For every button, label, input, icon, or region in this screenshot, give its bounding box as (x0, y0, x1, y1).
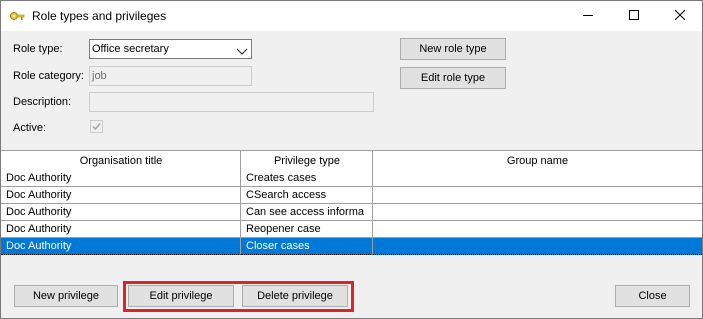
column-header-group-name[interactable]: Group name (373, 151, 702, 170)
column-header-organisation[interactable]: Organisation title (1, 151, 241, 170)
maximize-button[interactable] (611, 1, 657, 31)
column-header-privilege-type[interactable]: Privilege type (241, 151, 373, 170)
cell-organisation: Doc Authority (1, 204, 241, 221)
cell-group (373, 170, 702, 187)
table-row[interactable]: Doc Authority Can see access informa (1, 204, 702, 221)
minimize-icon (583, 9, 593, 23)
highlight-annotation (123, 281, 354, 312)
close-button[interactable]: Close (615, 285, 690, 307)
maximize-icon (629, 9, 639, 23)
title-bar[interactable]: Role types and privileges (1, 1, 702, 31)
role-category-value: job (92, 70, 107, 82)
role-category-field[interactable]: job (89, 66, 252, 86)
cell-organisation: Doc Authority (1, 221, 241, 238)
role-types-window: Role types and privileges Role type: Off… (0, 0, 703, 319)
edit-role-type-button[interactable]: Edit role type (400, 67, 506, 89)
cell-organisation: Doc Authority (1, 238, 241, 255)
cell-privilege: Can see access informa (241, 204, 373, 221)
chevron-down-icon (236, 45, 248, 55)
role-type-label: Role type: (13, 43, 63, 55)
header-divider (372, 151, 373, 170)
close-window-button[interactable] (657, 1, 703, 31)
cell-privilege: Creates cases (241, 170, 373, 187)
table-row[interactable]: Doc Authority CSearch access (1, 187, 702, 204)
role-category-label: Role category: (13, 70, 84, 82)
table-row[interactable]: Doc Authority Creates cases (1, 170, 702, 187)
cell-privilege: Closer cases (241, 238, 373, 255)
description-field[interactable] (89, 92, 374, 112)
cell-group (373, 204, 702, 221)
cell-group (373, 238, 702, 255)
close-icon (674, 9, 686, 23)
active-label: Active: (13, 122, 47, 134)
cell-privilege: CSearch access (241, 187, 373, 204)
role-type-select[interactable]: Office secretary (89, 39, 252, 59)
active-checkbox[interactable] (90, 120, 103, 133)
cell-organisation: Doc Authority (1, 170, 241, 187)
minimize-button[interactable] (565, 1, 611, 31)
new-role-type-button[interactable]: New role type (400, 38, 506, 60)
new-privilege-button[interactable]: New privilege (14, 285, 118, 307)
window-title: Role types and privileges (32, 9, 167, 23)
table-row-selected[interactable]: Doc Authority Closer cases (1, 238, 702, 255)
cell-group (373, 187, 702, 204)
key-icon (9, 8, 25, 24)
privileges-grid: Organisation title Privilege type Group … (1, 150, 702, 260)
header-divider (240, 151, 241, 170)
cell-privilege: Reopener case (241, 221, 373, 238)
cell-organisation: Doc Authority (1, 187, 241, 204)
role-type-value: Office secretary (92, 43, 169, 55)
cell-group (373, 221, 702, 238)
description-label: Description: (13, 96, 72, 108)
table-row[interactable]: Doc Authority Reopener case (1, 221, 702, 238)
